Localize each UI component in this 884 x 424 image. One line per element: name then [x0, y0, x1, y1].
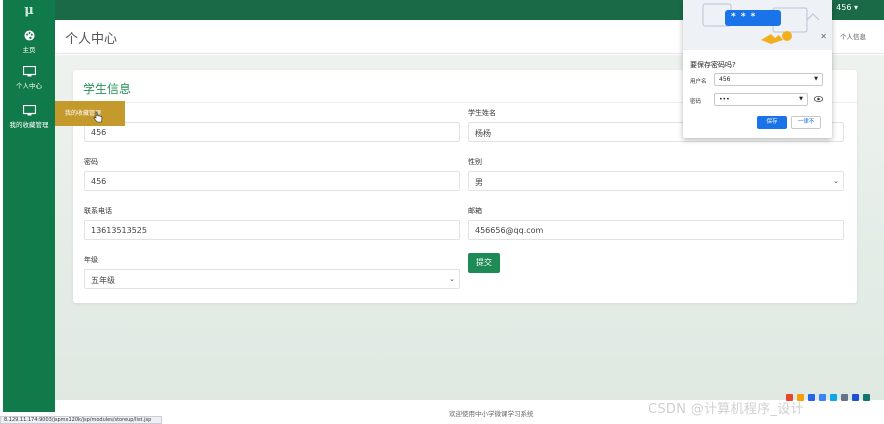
username-field[interactable]: 456 ▼: [714, 73, 823, 86]
hand-cursor-icon: [93, 111, 103, 123]
watermark: CSDN @计算机程序_设计: [648, 402, 804, 417]
chevron-down-icon: ⌄: [449, 275, 455, 283]
sidebar-item-favorites[interactable]: 我的收藏管理: [3, 105, 55, 129]
field-label-email: 邮箱: [468, 207, 482, 215]
breadcrumb[interactable]: 个人信息: [840, 31, 866, 41]
password-illustration: * * *: [683, 0, 832, 50]
page-title: 个人中心: [65, 32, 118, 47]
dropdown-arrow-icon: ▼: [799, 96, 803, 102]
field-value: 456: [91, 128, 107, 137]
sidebar-item-profile[interactable]: 个人中心: [3, 66, 55, 90]
sidebar-item-label: 主页: [22, 46, 36, 54]
field-value: 456: [91, 177, 107, 186]
submit-button[interactable]: 提交: [468, 253, 500, 273]
student-id-field[interactable]: 456: [84, 122, 460, 142]
password-field[interactable]: 456: [84, 171, 460, 191]
user-menu[interactable]: 456 ▾: [836, 3, 858, 12]
selected-value: 男: [475, 178, 483, 187]
field-label-password: 密码: [84, 158, 98, 166]
sidebar-item-home[interactable]: 主页: [3, 30, 55, 54]
field-value: 456: [719, 76, 731, 83]
masked-password-art: * * *: [731, 12, 757, 22]
app-logo: μ: [24, 2, 34, 18]
card-title: 学生信息: [83, 82, 132, 96]
save-password-button[interactable]: 保存: [757, 116, 787, 129]
field-label-phone: 联系电话: [84, 207, 112, 215]
monitor-icon: [22, 105, 36, 116]
sidebar: μ 主页 个人中心 我的收藏管理: [3, 0, 55, 412]
extension-icon[interactable]: [819, 394, 826, 401]
palette-icon: [23, 30, 35, 41]
monitor-icon: [22, 66, 36, 77]
extension-icon[interactable]: [808, 394, 815, 401]
dropdown-arrow-icon: ▼: [814, 76, 818, 82]
eye-icon[interactable]: [814, 96, 823, 102]
sidebar-item-label: 个人中心: [16, 82, 42, 90]
gender-select[interactable]: 男 ⌄: [468, 171, 844, 191]
extension-icon[interactable]: [841, 394, 848, 401]
chevron-down-icon: ⌄: [833, 177, 839, 185]
footer-text: 欢迎使用中小学微课学习系统: [449, 410, 534, 418]
extension-icon[interactable]: [863, 394, 870, 401]
field-value: 杨杨: [475, 129, 491, 138]
username-label: 用户名: [690, 79, 707, 85]
extension-icon[interactable]: [830, 394, 837, 401]
password-label: 密码: [690, 99, 702, 105]
field-label-gender: 性别: [468, 158, 482, 166]
status-bar-url: 8.129.11.174:9003/jspmx120k/jsp/modules/…: [0, 416, 162, 424]
phone-field[interactable]: 13613513525: [84, 220, 460, 240]
illustration-graphic: [702, 3, 820, 44]
field-value: 456656@qq.com: [475, 226, 544, 235]
email-field[interactable]: 456656@qq.com: [468, 220, 844, 240]
grade-select[interactable]: 五年级 ⌄: [84, 269, 460, 289]
field-value: 13613513525: [91, 226, 147, 235]
password-field[interactable]: ••• ▼: [714, 93, 808, 106]
sidebar-item-label: 我的收藏管理: [9, 121, 49, 129]
sidebar-flyout[interactable]: 我的收藏管理: [55, 101, 125, 126]
field-value: •••: [719, 96, 730, 103]
dialog-title: 要保存密码吗?: [690, 61, 736, 69]
field-label-grade: 年级: [84, 256, 98, 264]
field-label-student-name: 学生姓名: [468, 109, 496, 117]
close-icon[interactable]: ✕: [820, 32, 827, 41]
never-save-button[interactable]: 一律不: [791, 116, 821, 129]
extension-icon[interactable]: [852, 394, 859, 401]
selected-value: 五年级: [91, 276, 115, 285]
save-password-dialog: * * * ✕ 要保存密码吗? 用户名 456 ▼ 密码 ••• ▼ 保存 一律…: [683, 0, 832, 138]
